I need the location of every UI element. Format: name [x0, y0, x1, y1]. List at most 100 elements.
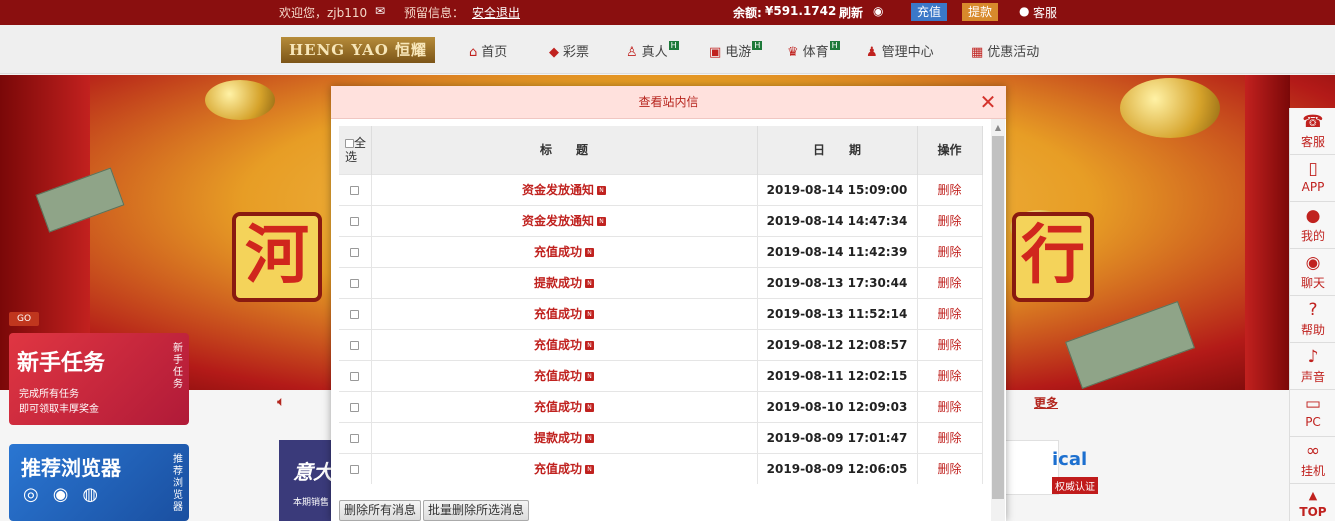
row-checkbox[interactable]: [350, 464, 360, 474]
delete-link[interactable]: 删除: [937, 276, 961, 290]
sidebar-item-help[interactable]: ? 帮助: [1290, 296, 1335, 343]
modal-scrollbar[interactable]: ▲: [991, 119, 1005, 521]
nav-item-lottery[interactable]: ◆ 彩票: [549, 41, 589, 60]
promo-side-label: 新手任务: [173, 343, 183, 390]
row-op-cell: 删除: [917, 266, 983, 298]
refresh-link[interactable]: 刷新: [839, 4, 863, 21]
sidebar-item-service[interactable]: ☎ 客服: [1290, 108, 1335, 155]
promo-line1: 完成所有任务: [19, 389, 79, 400]
withdraw-button[interactable]: 提款: [962, 3, 999, 21]
row-checkbox-cell[interactable]: [339, 266, 372, 298]
delete-link[interactable]: 删除: [937, 307, 961, 321]
delete-selected-button[interactable]: 批量删除所选消息: [423, 500, 530, 521]
delete-all-button[interactable]: 删除所有消息: [339, 500, 422, 521]
lottery-card[interactable]: 意大 本期销售: [279, 440, 339, 521]
hot-badge: H: [752, 41, 763, 50]
service-icon[interactable]: ●: [1019, 4, 1029, 18]
mail-icon[interactable]: ✉: [375, 4, 385, 18]
row-checkbox-cell[interactable]: [339, 173, 372, 205]
row-checkbox-cell[interactable]: [339, 297, 372, 329]
promo-line2: 即可领取丰厚奖金: [19, 404, 99, 415]
message-title-link[interactable]: 提款成功: [534, 276, 582, 290]
op-header: 操作: [917, 126, 983, 174]
delete-link[interactable]: 删除: [937, 214, 961, 228]
message-date: 2019-08-14 11:42:39: [757, 235, 918, 267]
sidebar-item-app[interactable]: ▯ APP: [1290, 155, 1335, 202]
coin-decoration: [1120, 78, 1220, 138]
recharge-button[interactable]: 充值: [911, 3, 948, 21]
row-checkbox[interactable]: [350, 402, 360, 412]
newbie-task-card[interactable]: 新手任务 完成所有任务 即可领取丰厚奖金 新手任务: [9, 333, 189, 425]
modal-title: 查看站内信: [638, 95, 699, 109]
row-checkbox[interactable]: [350, 247, 360, 257]
sidebar-item-top[interactable]: ▲ TOP: [1290, 484, 1335, 521]
row-checkbox[interactable]: [350, 185, 360, 195]
delete-link[interactable]: 删除: [937, 183, 961, 197]
delete-link[interactable]: 删除: [937, 245, 961, 259]
site-logo[interactable]: HENG YAO 恒耀: [281, 37, 435, 63]
sidebar-item-chat[interactable]: ◉ 聊天: [1290, 249, 1335, 296]
service-link[interactable]: 客服: [1033, 4, 1057, 21]
row-title-cell: 充值成功 N: [371, 297, 758, 329]
message-title-link[interactable]: 资金发放通知: [522, 214, 594, 228]
sidebar-item-pc[interactable]: ▭ PC: [1290, 390, 1335, 437]
browser-title: 推荐浏览器: [21, 456, 121, 480]
message-title-link[interactable]: 充值成功: [534, 338, 582, 352]
row-checkbox-cell[interactable]: [339, 204, 372, 236]
row-checkbox-cell[interactable]: [339, 235, 372, 267]
row-checkbox-cell[interactable]: [339, 452, 372, 484]
sidebar-item-robot[interactable]: ∞ 挂机: [1290, 437, 1335, 484]
row-title-cell: 资金发放通知 N: [371, 204, 758, 236]
new-badge-icon: N: [585, 279, 594, 288]
nav-item-sports[interactable]: ♛ 体育 H: [787, 41, 840, 60]
scroll-thumb[interactable]: [992, 136, 1004, 499]
close-icon[interactable]: ✕: [978, 91, 998, 113]
browser-recommend-card[interactable]: 推荐浏览器 ◎◉◍ 推荐浏览器: [9, 444, 189, 521]
top-bar: 欢迎您，zjb110 ✉ 预留信息： 安全退出 余额: ¥591.1742 刷新…: [0, 0, 1335, 25]
message-row: 充值成功 N 2019-08-09 12:06:05 删除: [339, 452, 983, 484]
row-checkbox[interactable]: [350, 340, 360, 350]
select-all-checkbox[interactable]: [345, 138, 354, 148]
message-title-link[interactable]: 资金发放通知: [522, 183, 594, 197]
select-all-header[interactable]: 全选: [339, 126, 372, 174]
row-checkbox[interactable]: [350, 309, 360, 319]
delete-link[interactable]: 删除: [937, 462, 961, 476]
nav-item-egame[interactable]: ▣ 电游 H: [709, 41, 763, 60]
new-badge-icon: N: [585, 403, 594, 412]
delete-link[interactable]: 删除: [937, 338, 961, 352]
message-title-link[interactable]: 充值成功: [534, 307, 582, 321]
delete-link[interactable]: 删除: [937, 431, 961, 445]
message-title-link[interactable]: 充值成功: [534, 462, 582, 476]
sidebar-item-mine[interactable]: ● 我的: [1290, 202, 1335, 249]
message-title-link[interactable]: 充值成功: [534, 400, 582, 414]
eye-icon[interactable]: ◉: [873, 4, 883, 18]
row-checkbox[interactable]: [350, 371, 360, 381]
row-title-cell: 资金发放通知 N: [371, 173, 758, 205]
row-checkbox[interactable]: [350, 433, 360, 443]
trophy-icon: ♛: [787, 45, 799, 60]
right-sidebar: ☎ 客服 ▯ APP ● 我的 ◉ 聊天 ? 帮助 ♪ 声音 ▭ PC ∞ 挂机 ▲ TOP: [1289, 108, 1335, 521]
nav-item-management[interactable]: ♟ 管理中心: [866, 41, 934, 60]
message-title-link[interactable]: 充值成功: [534, 245, 582, 259]
nav-item-home[interactable]: ⌂ 首页: [469, 41, 507, 60]
message-title-link[interactable]: 提款成功: [534, 431, 582, 445]
row-checkbox[interactable]: [350, 216, 360, 226]
message-row: 充值成功 N 2019-08-14 11:42:39 删除: [339, 235, 983, 267]
row-checkbox-cell[interactable]: [339, 328, 372, 360]
delete-link[interactable]: 删除: [937, 400, 961, 414]
scroll-up-icon[interactable]: ▲: [991, 121, 1005, 135]
row-checkbox[interactable]: [350, 278, 360, 288]
row-checkbox-cell[interactable]: [339, 390, 372, 422]
logout-link[interactable]: 安全退出: [472, 4, 520, 21]
row-checkbox-cell[interactable]: [339, 359, 372, 391]
delete-link[interactable]: 删除: [937, 369, 961, 383]
sidebar-item-sound[interactable]: ♪ 声音: [1290, 343, 1335, 390]
gift-icon: ▦: [971, 45, 984, 60]
message-title-link[interactable]: 充值成功: [534, 369, 582, 383]
row-checkbox-cell[interactable]: [339, 421, 372, 453]
nav-item-live[interactable]: ♙ 真人 H: [626, 41, 679, 60]
more-link[interactable]: 更多: [1034, 394, 1058, 411]
nav-item-promotions[interactable]: ▦ 优惠活动: [971, 41, 1039, 60]
balance-value: ¥591.1742: [765, 4, 837, 18]
message-date: 2019-08-09 17:01:47: [757, 421, 918, 453]
